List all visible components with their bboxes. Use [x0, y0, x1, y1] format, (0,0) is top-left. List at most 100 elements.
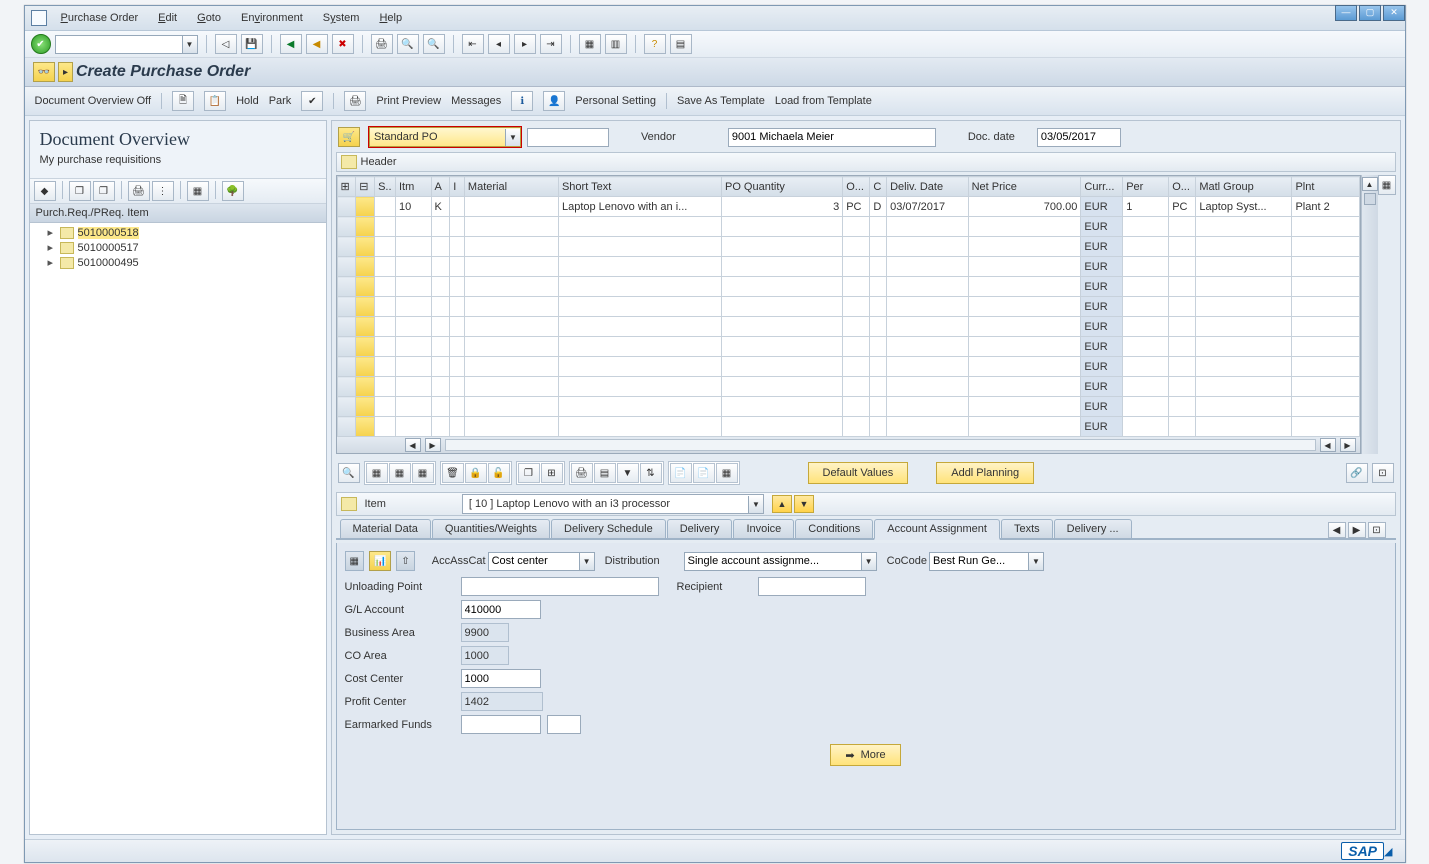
- table-row[interactable]: EUR: [337, 317, 1359, 337]
- cart-icon[interactable]: 🛒: [338, 127, 360, 147]
- menu-edit[interactable]: Edit: [158, 12, 177, 24]
- lock-icon[interactable]: 🔒: [465, 463, 487, 483]
- tab-delivery-schedule[interactable]: Delivery Schedule: [551, 519, 666, 538]
- addl-planning-button[interactable]: Addl Planning: [936, 462, 1034, 484]
- tree-item[interactable]: ▸ 5010000517: [30, 240, 326, 255]
- unlock-icon[interactable]: 🔓: [488, 463, 510, 483]
- print-preview-link[interactable]: Print Preview: [376, 95, 441, 107]
- cocode-input[interactable]: [930, 554, 1028, 569]
- layout-icon[interactable]: ▤: [670, 34, 692, 54]
- table-icon[interactable]: ▦: [345, 551, 364, 571]
- scroll-track[interactable]: [445, 439, 1316, 451]
- find-next-icon[interactable]: 🔍: [423, 34, 445, 54]
- minimize-button[interactable]: —: [1335, 5, 1357, 21]
- menu-system[interactable]: System: [323, 12, 360, 24]
- col-a[interactable]: A: [431, 177, 450, 197]
- doc1-icon[interactable]: 📄: [670, 463, 692, 483]
- expand-icon[interactable]: ▸: [48, 226, 56, 239]
- command-input[interactable]: [56, 37, 182, 52]
- personal-setting-link[interactable]: Personal Setting: [575, 95, 656, 107]
- menu-environment[interactable]: Environment: [241, 12, 303, 24]
- export-icon[interactable]: ▤: [594, 463, 616, 483]
- command-field[interactable]: ▼: [55, 35, 198, 54]
- app-menu-icon[interactable]: [31, 10, 47, 26]
- col-o2[interactable]: O...: [1169, 177, 1196, 197]
- load-template-link[interactable]: Load from Template: [775, 95, 872, 107]
- select-all-icon[interactable]: ▦: [366, 463, 388, 483]
- back-green-icon[interactable]: ◀: [280, 34, 302, 54]
- col-deliv-date[interactable]: Deliv. Date: [887, 177, 969, 197]
- scroll-up-icon[interactable]: ▲: [1362, 177, 1378, 191]
- distribution-combo[interactable]: ▼: [684, 552, 877, 571]
- table-row[interactable]: 10 K Laptop Lenovo with an i... 3 PC D 0…: [337, 197, 1359, 217]
- sidebar-copy2-icon[interactable]: ❐: [93, 181, 115, 201]
- recipient-input[interactable]: [758, 577, 866, 596]
- table-row[interactable]: EUR: [337, 417, 1359, 437]
- doc3-icon[interactable]: ▦: [716, 463, 738, 483]
- col-material[interactable]: Material: [464, 177, 558, 197]
- table-row[interactable]: EUR: [337, 217, 1359, 237]
- acc-ass-cat-input[interactable]: [489, 554, 579, 569]
- check-icon[interactable]: ✔: [301, 91, 323, 111]
- grid-status-icon[interactable]: ⊟: [356, 177, 375, 197]
- col-itm[interactable]: Itm: [395, 177, 431, 197]
- unloading-point-input[interactable]: [461, 577, 659, 596]
- table-row[interactable]: EUR: [337, 277, 1359, 297]
- personal-setting-icon[interactable]: 👤: [543, 91, 565, 111]
- col-matl-group[interactable]: Matl Group: [1196, 177, 1292, 197]
- item-select-combo[interactable]: [ 10 ] Laptop Lenovo with an i3 processo…: [462, 494, 764, 514]
- tab-material-data[interactable]: Material Data: [340, 519, 431, 538]
- detail-icon[interactable]: 📊: [369, 551, 391, 571]
- menu-help[interactable]: Help: [379, 12, 402, 24]
- tab-texts[interactable]: Texts: [1001, 519, 1053, 538]
- display-icon[interactable]: 🔍: [338, 463, 360, 483]
- sidebar-tool-icon[interactable]: ⋮: [152, 181, 174, 201]
- scroll-left2-icon[interactable]: ◀: [1320, 438, 1336, 452]
- scroll-thumb[interactable]: [1364, 193, 1376, 205]
- tab-account-assignment[interactable]: Account Assignment: [874, 519, 1000, 540]
- copy-icon[interactable]: ❐: [518, 463, 540, 483]
- prev-page-icon[interactable]: ◂: [488, 34, 510, 54]
- scroll-left-icon[interactable]: ◀: [405, 438, 421, 452]
- col-curr[interactable]: Curr...: [1081, 177, 1123, 197]
- command-dropdown-icon[interactable]: ▼: [182, 36, 197, 53]
- sidebar-print-icon[interactable]: 🖨: [128, 181, 150, 201]
- tree-item[interactable]: ▸ 5010000518: [30, 225, 326, 240]
- tab-scroll-right-icon[interactable]: ▶: [1348, 522, 1366, 538]
- help-icon[interactable]: ?: [644, 34, 666, 54]
- save-template-link[interactable]: Save As Template: [677, 95, 765, 107]
- col-plnt[interactable]: Plnt: [1292, 177, 1359, 197]
- col-short-text[interactable]: Short Text: [558, 177, 721, 197]
- sidebar-hierarchy-icon[interactable]: 🌳: [222, 181, 244, 201]
- cocode-combo[interactable]: ▼: [929, 552, 1044, 571]
- doc-overview-off-link[interactable]: Document Overview Off: [35, 95, 152, 107]
- expand-icon[interactable]: ▸: [48, 241, 56, 254]
- park-link[interactable]: Park: [269, 95, 292, 107]
- sidebar-diamond-icon[interactable]: ◆: [34, 181, 56, 201]
- tab-conditions[interactable]: Conditions: [795, 519, 873, 538]
- messages-link[interactable]: Messages: [451, 95, 501, 107]
- expand-icon[interactable]: ▸: [48, 256, 56, 269]
- tree-item[interactable]: ▸ 5010000495: [30, 255, 326, 270]
- first-page-icon[interactable]: ⇤: [462, 34, 484, 54]
- partners-icon[interactable]: 🔗: [1346, 463, 1368, 483]
- col-oun[interactable]: O...: [843, 177, 870, 197]
- shortcut-icon[interactable]: ▥: [605, 34, 627, 54]
- cost-center-input[interactable]: [461, 669, 541, 688]
- enter-icon[interactable]: ✔: [31, 34, 51, 54]
- new-session-icon[interactable]: ▦: [579, 34, 601, 54]
- hold-link[interactable]: Hold: [236, 95, 259, 107]
- col-net-price[interactable]: Net Price: [968, 177, 1081, 197]
- dropdown-icon[interactable]: ▼: [505, 129, 520, 146]
- item-next-icon[interactable]: ▼: [794, 495, 814, 513]
- acc-ass-cat-combo[interactable]: ▼: [488, 552, 595, 571]
- doc2-icon[interactable]: 📄: [693, 463, 715, 483]
- col-per[interactable]: Per: [1123, 177, 1169, 197]
- dropdown-icon[interactable]: ▼: [748, 496, 763, 513]
- print-item-icon[interactable]: 🖨: [571, 463, 593, 483]
- cancel-icon[interactable]: ✖: [332, 34, 354, 54]
- table-row[interactable]: EUR: [337, 337, 1359, 357]
- maximize-button[interactable]: ▢: [1359, 5, 1381, 21]
- next-page-icon[interactable]: ▸: [514, 34, 536, 54]
- table-row[interactable]: EUR: [337, 297, 1359, 317]
